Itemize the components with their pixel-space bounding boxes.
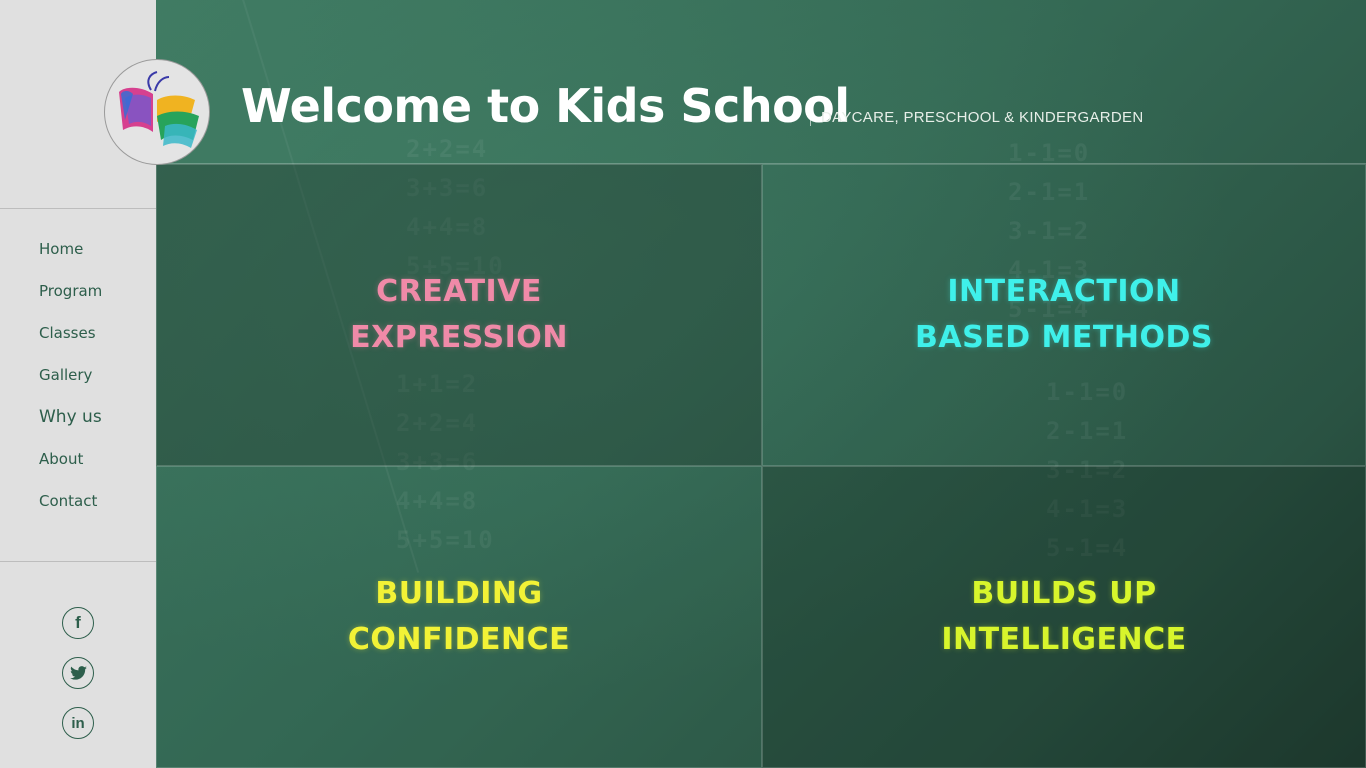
linkedin-icon[interactable]: in <box>62 707 94 739</box>
facebook-icon[interactable]: f <box>62 607 94 639</box>
nav-item-contact[interactable]: Contact <box>39 490 97 512</box>
page-tagline: DAYCARE, PRESCHOOL & KINDERGARDEN <box>810 110 1143 126</box>
butterfly-book-icon <box>119 71 199 148</box>
tile-label: CREATIVE EXPRESSION <box>350 274 568 355</box>
sidebar-divider <box>0 561 156 562</box>
chalkboard: 2+2=4 3+3=6 4+4=8 5+5=10 1+1=2 2+2=4 3+3… <box>156 0 1366 768</box>
tile-label: INTERACTION BASED METHODS <box>915 274 1213 355</box>
tile-builds-up-intelligence[interactable]: BUILDS UP INTELLIGENCE <box>762 466 1366 768</box>
tile-label: BUILDS UP INTELLIGENCE <box>941 576 1187 657</box>
tile-creative-expression[interactable]: CREATIVE EXPRESSION <box>156 164 762 466</box>
tile-interaction-based-methods[interactable]: INTERACTION BASED METHODS <box>762 164 1366 466</box>
nav-item-classes[interactable]: Classes <box>39 322 96 344</box>
nav-item-why-us[interactable]: Why us <box>39 406 102 428</box>
linkedin-glyph: in <box>71 714 85 732</box>
facebook-glyph: f <box>75 613 81 632</box>
nav-item-home[interactable]: Home <box>39 238 83 260</box>
nav-item-program[interactable]: Program <box>39 280 102 302</box>
twitter-glyph <box>69 666 87 680</box>
tile-building-confidence[interactable]: BUILDING CONFIDENCE <box>156 466 762 768</box>
twitter-icon[interactable] <box>62 657 94 689</box>
tile-label: BUILDING CONFIDENCE <box>347 576 571 657</box>
nav-item-gallery[interactable]: Gallery <box>39 364 92 386</box>
page-title: Welcome to Kids School <box>241 79 850 133</box>
school-logo[interactable] <box>104 59 210 165</box>
page-header: Welcome to Kids School DAYCARE, PRESCHOO… <box>156 0 1366 164</box>
social-links: f in <box>62 607 94 757</box>
main-nav: Home Program Classes Gallery Why us Abou… <box>39 238 102 532</box>
nav-item-about[interactable]: About <box>39 448 83 470</box>
sidebar-divider <box>0 208 156 209</box>
